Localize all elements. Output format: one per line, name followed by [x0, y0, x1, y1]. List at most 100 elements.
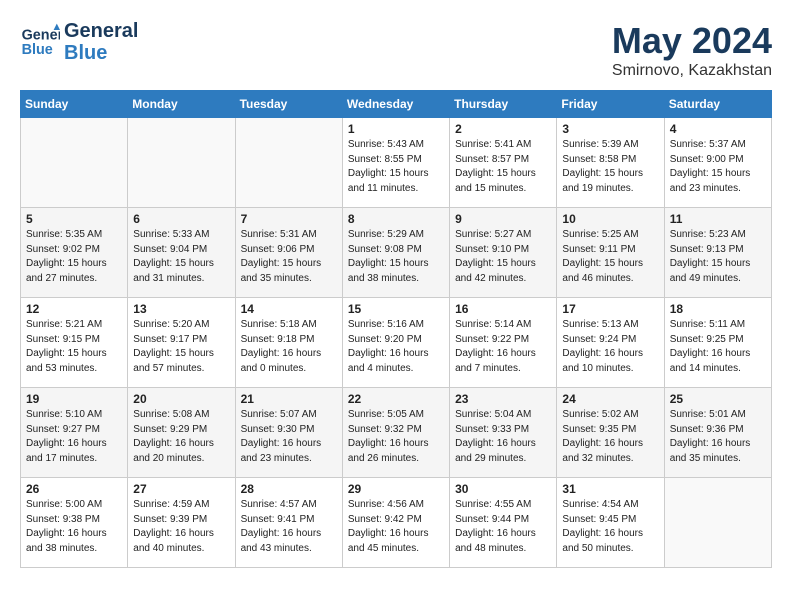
calendar-cell: 14Sunrise: 5:18 AM Sunset: 9:18 PM Dayli…: [235, 298, 342, 388]
calendar-cell: 10 Sunrise: 5:25 AM Sunset: 9:11 PM Dayli…: [557, 208, 664, 298]
day-content: Sunrise: 4:59 AM Sunset: 9:39 PM Dayligh…: [133, 498, 229, 556]
day-content: Sunrise: 5:00 AM Sunset: 9:38 PM Dayligh…: [26, 498, 122, 556]
calendar-cell: 20Sunrise: 5:08 AM Sunset: 9:29 PM Dayli…: [128, 388, 235, 478]
day-number: 29: [348, 482, 444, 496]
weekday-header-wednesday: Wednesday: [342, 91, 449, 118]
day-content: Sunrise: 5:41 AM Sunset: 8:57 PM Dayligh…: [455, 138, 551, 196]
day-number: 18: [670, 302, 766, 316]
calendar-cell: 5 Sunrise: 5:35 AM Sunset: 9:02 PM Daylig…: [21, 208, 128, 298]
calendar-cell: 16 Sunrise: 5:14 AM Sunset: 9:22 PM Dayli…: [450, 298, 557, 388]
month-title: May 2024: [612, 20, 772, 62]
day-number: 9: [455, 212, 551, 226]
calendar-cell: 19 Sunrise: 5:10 AM Sunset: 9:27 PM Dayli…: [21, 388, 128, 478]
calendar-cell: 1Sunrise: 5:43 AM Sunset: 8:55 PM Daylig…: [342, 118, 449, 208]
day-content: Sunrise: 5:33 AM Sunset: 9:04 PM Dayligh…: [133, 228, 229, 286]
calendar-cell: 26 Sunrise: 5:00 AM Sunset: 9:38 PM Dayli…: [21, 478, 128, 568]
day-number: 7: [241, 212, 337, 226]
day-content: Sunrise: 5:39 AM Sunset: 8:58 PM Dayligh…: [562, 138, 658, 196]
calendar-cell: 23 Sunrise: 5:04 AM Sunset: 9:33 PM Dayli…: [450, 388, 557, 478]
calendar-cell: 30 Sunrise: 4:55 AM Sunset: 9:44 PM Dayli…: [450, 478, 557, 568]
calendar-cell: 24 Sunrise: 5:02 AM Sunset: 9:35 PM Dayli…: [557, 388, 664, 478]
calendar-table: SundayMondayTuesdayWednesdayThursdayFrid…: [20, 90, 772, 568]
day-number: 25: [670, 392, 766, 406]
calendar-cell: 17 Sunrise: 5:13 AM Sunset: 9:24 PM Dayli…: [557, 298, 664, 388]
calendar-cell: 6 Sunrise: 5:33 AM Sunset: 9:04 PM Daylig…: [128, 208, 235, 298]
day-content: Sunrise: 5:01 AM Sunset: 9:36 PM Dayligh…: [670, 408, 766, 466]
day-content: Sunrise: 4:55 AM Sunset: 9:44 PM Dayligh…: [455, 498, 551, 556]
calendar-cell: 25 Sunrise: 5:01 AM Sunset: 9:36 PM Dayli…: [664, 388, 771, 478]
calendar-week-row: 5 Sunrise: 5:35 AM Sunset: 9:02 PM Daylig…: [21, 208, 772, 298]
day-content: Sunrise: 5:13 AM Sunset: 9:24 PM Dayligh…: [562, 318, 658, 376]
day-number: 24: [562, 392, 658, 406]
day-content: Sunrise: 5:08 AM Sunset: 9:29 PM Dayligh…: [133, 408, 229, 466]
day-content: Sunrise: 5:04 AM Sunset: 9:33 PM Dayligh…: [455, 408, 551, 466]
day-number: 31: [562, 482, 658, 496]
day-content: Sunrise: 5:07 AM Sunset: 9:30 PM Dayligh…: [241, 408, 337, 466]
day-number: 4: [670, 122, 766, 136]
calendar-cell: 22Sunrise: 5:05 AM Sunset: 9:32 PM Dayli…: [342, 388, 449, 478]
day-content: Sunrise: 5:02 AM Sunset: 9:35 PM Dayligh…: [562, 408, 658, 466]
location: Smirnovo, Kazakhstan: [612, 62, 772, 80]
day-content: Sunrise: 5:18 AM Sunset: 9:18 PM Dayligh…: [241, 318, 337, 376]
day-content: Sunrise: 5:11 AM Sunset: 9:25 PM Dayligh…: [670, 318, 766, 376]
day-content: Sunrise: 5:25 AM Sunset: 9:11 PM Dayligh…: [562, 228, 658, 286]
day-number: 28: [241, 482, 337, 496]
calendar-cell: 4 Sunrise: 5:37 AM Sunset: 9:00 PM Daylig…: [664, 118, 771, 208]
calendar-header-row: SundayMondayTuesdayWednesdayThursdayFrid…: [21, 91, 772, 118]
day-content: Sunrise: 4:56 AM Sunset: 9:42 PM Dayligh…: [348, 498, 444, 556]
calendar-week-row: 26 Sunrise: 5:00 AM Sunset: 9:38 PM Dayli…: [21, 478, 772, 568]
day-number: 2: [455, 122, 551, 136]
day-content: Sunrise: 4:57 AM Sunset: 9:41 PM Dayligh…: [241, 498, 337, 556]
day-number: 8: [348, 212, 444, 226]
calendar-cell: 7 Sunrise: 5:31 AM Sunset: 9:06 PM Daylig…: [235, 208, 342, 298]
day-number: 27: [133, 482, 229, 496]
calendar-cell: [128, 118, 235, 208]
calendar-week-row: 19 Sunrise: 5:10 AM Sunset: 9:27 PM Dayli…: [21, 388, 772, 478]
calendar-cell: [235, 118, 342, 208]
calendar-cell: 28 Sunrise: 4:57 AM Sunset: 9:41 PM Dayli…: [235, 478, 342, 568]
day-number: 16: [455, 302, 551, 316]
calendar-cell: 13Sunrise: 5:20 AM Sunset: 9:17 PM Dayli…: [128, 298, 235, 388]
weekday-header-monday: Monday: [128, 91, 235, 118]
day-number: 3: [562, 122, 658, 136]
day-number: 23: [455, 392, 551, 406]
calendar-cell: 11Sunrise: 5:23 AM Sunset: 9:13 PM Dayli…: [664, 208, 771, 298]
day-number: 30: [455, 482, 551, 496]
calendar-cell: 2 Sunrise: 5:41 AM Sunset: 8:57 PM Daylig…: [450, 118, 557, 208]
day-content: Sunrise: 5:43 AM Sunset: 8:55 PM Dayligh…: [348, 138, 444, 196]
day-content: Sunrise: 4:54 AM Sunset: 9:45 PM Dayligh…: [562, 498, 658, 556]
calendar-cell: 9Sunrise: 5:27 AM Sunset: 9:10 PM Daylig…: [450, 208, 557, 298]
day-content: Sunrise: 5:20 AM Sunset: 9:17 PM Dayligh…: [133, 318, 229, 376]
day-number: 19: [26, 392, 122, 406]
weekday-header-friday: Friday: [557, 91, 664, 118]
day-number: 26: [26, 482, 122, 496]
calendar-cell: 8Sunrise: 5:29 AM Sunset: 9:08 PM Daylig…: [342, 208, 449, 298]
calendar-week-row: 12Sunrise: 5:21 AM Sunset: 9:15 PM Dayli…: [21, 298, 772, 388]
weekday-header-tuesday: Tuesday: [235, 91, 342, 118]
calendar-cell: 12Sunrise: 5:21 AM Sunset: 9:15 PM Dayli…: [21, 298, 128, 388]
calendar-cell: 3 Sunrise: 5:39 AM Sunset: 8:58 PM Daylig…: [557, 118, 664, 208]
weekday-header-sunday: Sunday: [21, 91, 128, 118]
day-content: Sunrise: 5:14 AM Sunset: 9:22 PM Dayligh…: [455, 318, 551, 376]
logo-icon: General Blue: [20, 22, 60, 62]
day-number: 15: [348, 302, 444, 316]
day-number: 10: [562, 212, 658, 226]
weekday-header-saturday: Saturday: [664, 91, 771, 118]
calendar-cell: 15Sunrise: 5:16 AM Sunset: 9:20 PM Dayli…: [342, 298, 449, 388]
calendar-cell: 18 Sunrise: 5:11 AM Sunset: 9:25 PM Dayli…: [664, 298, 771, 388]
day-number: 6: [133, 212, 229, 226]
day-number: 17: [562, 302, 658, 316]
day-content: Sunrise: 5:23 AM Sunset: 9:13 PM Dayligh…: [670, 228, 766, 286]
day-number: 5: [26, 212, 122, 226]
day-number: 21: [241, 392, 337, 406]
day-content: Sunrise: 5:35 AM Sunset: 9:02 PM Dayligh…: [26, 228, 122, 286]
day-number: 12: [26, 302, 122, 316]
calendar-cell: [664, 478, 771, 568]
page-header: General Blue General Blue May 2024 Smirn…: [20, 20, 772, 80]
calendar-cell: [21, 118, 128, 208]
calendar-cell: 21 Sunrise: 5:07 AM Sunset: 9:30 PM Dayli…: [235, 388, 342, 478]
day-content: Sunrise: 5:31 AM Sunset: 9:06 PM Dayligh…: [241, 228, 337, 286]
svg-text:Blue: Blue: [22, 42, 53, 58]
day-content: Sunrise: 5:10 AM Sunset: 9:27 PM Dayligh…: [26, 408, 122, 466]
day-content: Sunrise: 5:37 AM Sunset: 9:00 PM Dayligh…: [670, 138, 766, 196]
